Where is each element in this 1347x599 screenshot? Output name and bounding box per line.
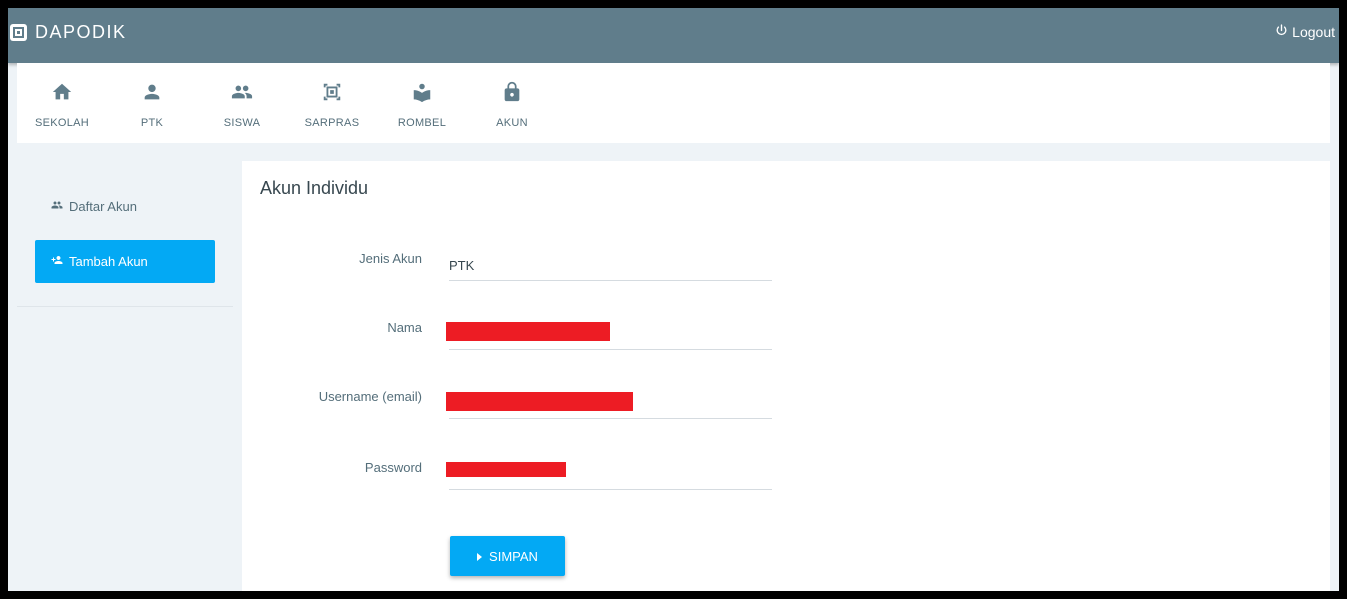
simpan-label: SIMPAN <box>489 548 538 564</box>
module-label: SARPRAS <box>304 117 360 129</box>
person-icon <box>141 81 163 108</box>
module-akun[interactable]: AKUN <box>467 63 557 143</box>
module-label: ROMBEL <box>397 117 447 129</box>
module-rombel[interactable]: ROMBEL <box>377 63 467 143</box>
field-label: Nama <box>387 320 422 335</box>
field-label: Username (email) <box>318 389 422 404</box>
app-name: DAPODIK <box>35 22 127 42</box>
redaction-box <box>446 322 610 341</box>
sidebar-item-label: Tambah Akun <box>69 254 148 269</box>
brand[interactable]: DAPODIK <box>10 22 127 43</box>
sidebar-item-label: Daftar Akun <box>69 199 137 214</box>
dapodik-logo-icon <box>10 24 27 41</box>
side-menu: Daftar Akun Tambah Akun <box>17 161 233 307</box>
sidebar-item-tambah-akun[interactable]: Tambah Akun <box>35 240 215 283</box>
module-sekolah[interactable]: SEKOLAH <box>17 63 107 143</box>
form-row-nama: Nama <box>242 310 802 350</box>
field-label: Password <box>364 460 422 475</box>
home-icon <box>51 81 73 108</box>
field-label: Jenis Akun <box>359 251 422 266</box>
redaction-box <box>446 462 566 477</box>
module-sarpras[interactable]: SARPRAS <box>287 63 377 143</box>
form-row-password: Password <box>242 450 802 490</box>
lock-icon <box>501 81 523 108</box>
people-icon <box>231 81 253 108</box>
module-label: AKUN <box>496 117 528 129</box>
module-nav: SEKOLAH PTK SISWA SARPRAS ROMBEL AKUN <box>17 63 1330 143</box>
building-frame-icon <box>321 81 343 108</box>
logout-label: Logout <box>1292 24 1335 40</box>
form-card: Akun Individu Jenis Akun Nama Username (… <box>242 161 1330 591</box>
module-label: PTK <box>140 117 164 129</box>
sidebar-item-daftar-akun[interactable]: Daftar Akun <box>35 185 215 228</box>
form-row-username: Username (email) <box>242 379 802 419</box>
simpan-button[interactable]: SIMPAN <box>450 536 565 576</box>
app-frame: DAPODIK Logout SEKOLAH PTK SISWA SARPRAS… <box>8 8 1339 591</box>
logout-button[interactable]: Logout <box>1275 24 1335 40</box>
module-label: SEKOLAH <box>34 117 90 129</box>
users-icon <box>51 199 63 214</box>
module-label: SISWA <box>223 117 261 129</box>
module-siswa[interactable]: SISWA <box>197 63 287 143</box>
book-reader-icon <box>411 81 433 108</box>
redaction-box <box>446 392 633 411</box>
jenis-akun-field[interactable] <box>449 241 772 281</box>
module-ptk[interactable]: PTK <box>107 63 197 143</box>
caret-right-icon <box>477 549 483 564</box>
power-icon <box>1275 24 1288 40</box>
form-row-jenis-akun: Jenis Akun <box>242 241 802 281</box>
add-user-icon <box>51 254 63 269</box>
top-bar: DAPODIK Logout <box>8 8 1339 63</box>
page-title: Akun Individu <box>260 178 369 198</box>
